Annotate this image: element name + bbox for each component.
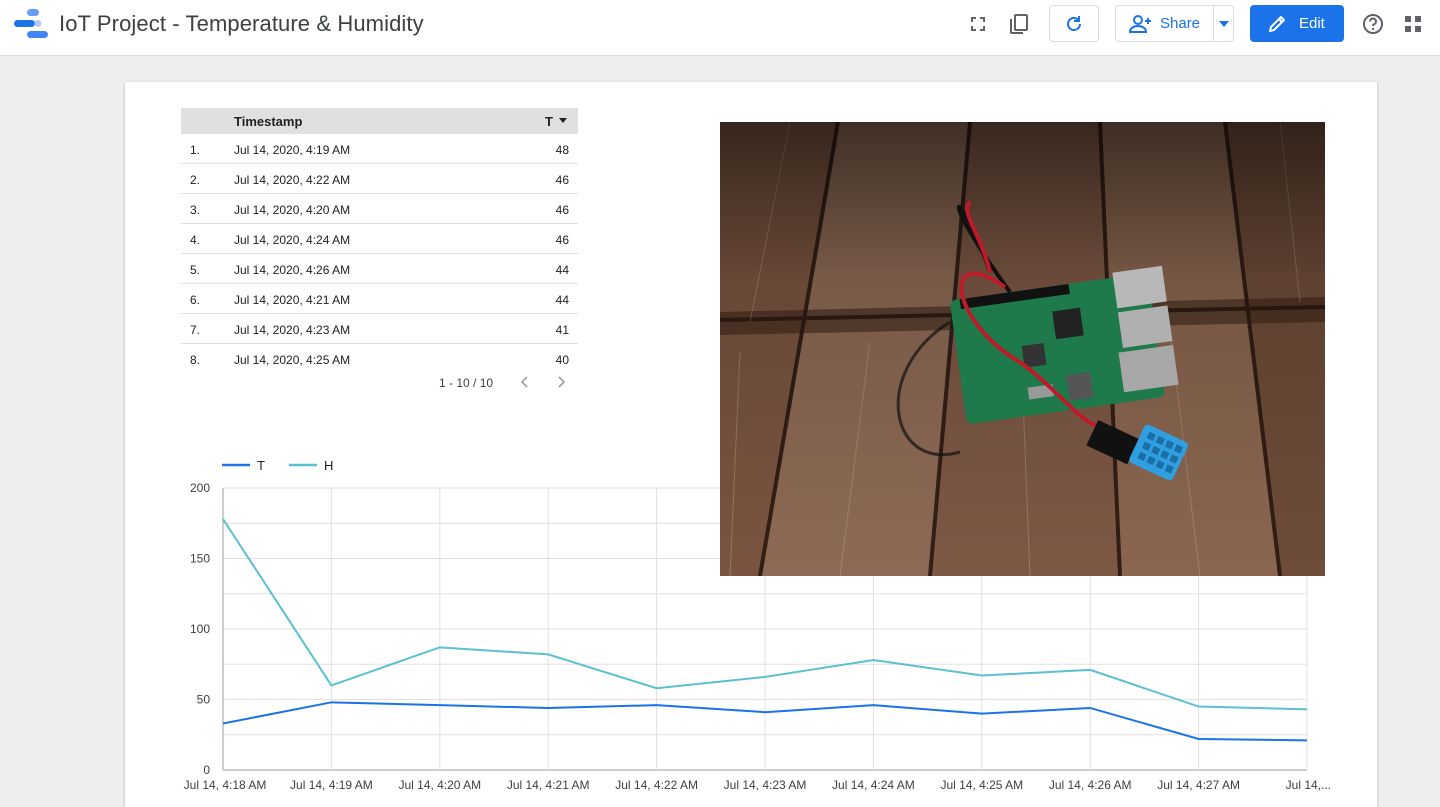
y-tick-label: 0 [203, 763, 210, 777]
apps-button[interactable] [1401, 12, 1425, 36]
row-index: 3. [190, 203, 201, 217]
row-index: 6. [190, 293, 201, 307]
x-tick-label: Jul 14, 4:19 AM [290, 778, 373, 792]
help-icon [1363, 14, 1383, 34]
t-value-cell: 46 [555, 233, 569, 247]
fullscreen-button[interactable] [966, 12, 990, 36]
x-tick-label: Jul 14, 4:22 AM [615, 778, 698, 792]
row-index: 4. [190, 233, 201, 247]
dropdown-arrow-icon [1218, 20, 1229, 27]
legend-label-H: H [324, 458, 333, 473]
y-tick-label: 50 [197, 693, 211, 707]
row-index: 1. [190, 143, 201, 157]
chevron-left-icon[interactable] [517, 374, 533, 390]
timestamp-cell: Jul 14, 2020, 4:20 AM [234, 203, 351, 217]
table-row: 8. Jul 14, 2020, 4:25 AM 40 [181, 344, 578, 372]
timestamp-cell: Jul 14, 2020, 4:26 AM [234, 263, 351, 277]
sort-desc-icon[interactable] [559, 118, 567, 123]
table-row: 2. Jul 14, 2020, 4:22 AM 46 [181, 164, 578, 194]
y-tick-label: 100 [190, 622, 210, 636]
x-tick-label: Jul 14, 4:20 AM [398, 778, 481, 792]
table-row: 5. Jul 14, 2020, 4:26 AM 44 [181, 254, 578, 284]
row-index: 8. [190, 353, 201, 367]
table-row: 1. Jul 14, 2020, 4:19 AM 48 [181, 134, 578, 164]
copy-icon [1010, 14, 1028, 34]
table-row: 6. Jul 14, 2020, 4:21 AM 44 [181, 284, 578, 314]
t-value-cell: 41 [555, 323, 569, 337]
copy-button[interactable] [1007, 12, 1031, 36]
table-header: Timestamp T [181, 108, 578, 134]
t-value-cell: 44 [555, 293, 569, 307]
table-pager: 1 - 10 / 10 [181, 374, 578, 394]
table-row: 7. Jul 14, 2020, 4:23 AM 41 [181, 314, 578, 344]
row-index: 5. [190, 263, 201, 277]
fullscreen-icon [971, 17, 985, 31]
t-value-cell: 46 [555, 203, 569, 217]
edit-button[interactable]: Edit [1250, 5, 1344, 42]
timestamp-cell: Jul 14, 2020, 4:19 AM [234, 143, 351, 157]
x-tick-label: Jul 14, 4:23 AM [724, 778, 807, 792]
t-value-cell: 46 [555, 173, 569, 187]
timestamp-column-header[interactable]: Timestamp [234, 114, 302, 129]
refresh-icon [1067, 15, 1081, 31]
x-tick-label: Jul 14, 4:18 AM [184, 778, 267, 792]
edit-label: Edit [1299, 15, 1325, 32]
timestamp-cell: Jul 14, 2020, 4:21 AM [234, 293, 351, 307]
refresh-button[interactable] [1049, 5, 1099, 42]
share-dropdown-button[interactable] [1213, 5, 1234, 42]
data-table: Timestamp T 1. Jul 14, 2020, 4:19 AM 48 2.… [181, 108, 578, 372]
add-person-icon [1128, 14, 1151, 33]
help-button[interactable] [1361, 12, 1385, 36]
timestamp-cell: Jul 14, 2020, 4:23 AM [234, 323, 351, 337]
row-index: 7. [190, 323, 201, 337]
chevron-right-icon[interactable] [553, 374, 569, 390]
pager-range-text: 1 - 10 / 10 [439, 376, 494, 390]
share-button[interactable]: Share [1115, 5, 1213, 42]
x-tick-label: Jul 14, 4:27 AM [1157, 778, 1240, 792]
table-row: 3. Jul 14, 2020, 4:20 AM 46 [181, 194, 578, 224]
apps-grid-icon [1405, 16, 1421, 32]
raspberry-pi-photo [720, 122, 1325, 576]
timestamp-cell: Jul 14, 2020, 4:25 AM [234, 353, 351, 367]
x-tick-label: Jul 14, 4:25 AM [940, 778, 1023, 792]
x-tick-label: Jul 14, 4:26 AM [1049, 778, 1132, 792]
t-column-header[interactable]: T [545, 114, 553, 129]
row-index: 2. [190, 173, 201, 187]
x-tick-label: Jul 14,... [1286, 778, 1331, 792]
share-label: Share [1160, 15, 1201, 32]
t-value-cell: 48 [555, 143, 569, 157]
y-tick-label: 200 [190, 481, 210, 495]
x-tick-label: Jul 14, 4:24 AM [832, 778, 915, 792]
t-value-cell: 40 [555, 353, 569, 367]
timestamp-cell: Jul 14, 2020, 4:22 AM [234, 173, 351, 187]
y-tick-label: 150 [190, 552, 210, 566]
table-row: 4. Jul 14, 2020, 4:24 AM 46 [181, 224, 578, 254]
t-value-cell: 44 [555, 263, 569, 277]
report-title: IoT Project - Temperature & Humidity [59, 11, 424, 36]
pencil-icon [1269, 15, 1285, 32]
data-studio-logo-icon [14, 9, 48, 38]
x-tick-label: Jul 14, 4:21 AM [507, 778, 590, 792]
top-bar: IoT Project - Temperature & Humidity Sha… [0, 0, 1440, 56]
legend-label-T: T [257, 458, 265, 473]
timestamp-cell: Jul 14, 2020, 4:24 AM [234, 233, 351, 247]
